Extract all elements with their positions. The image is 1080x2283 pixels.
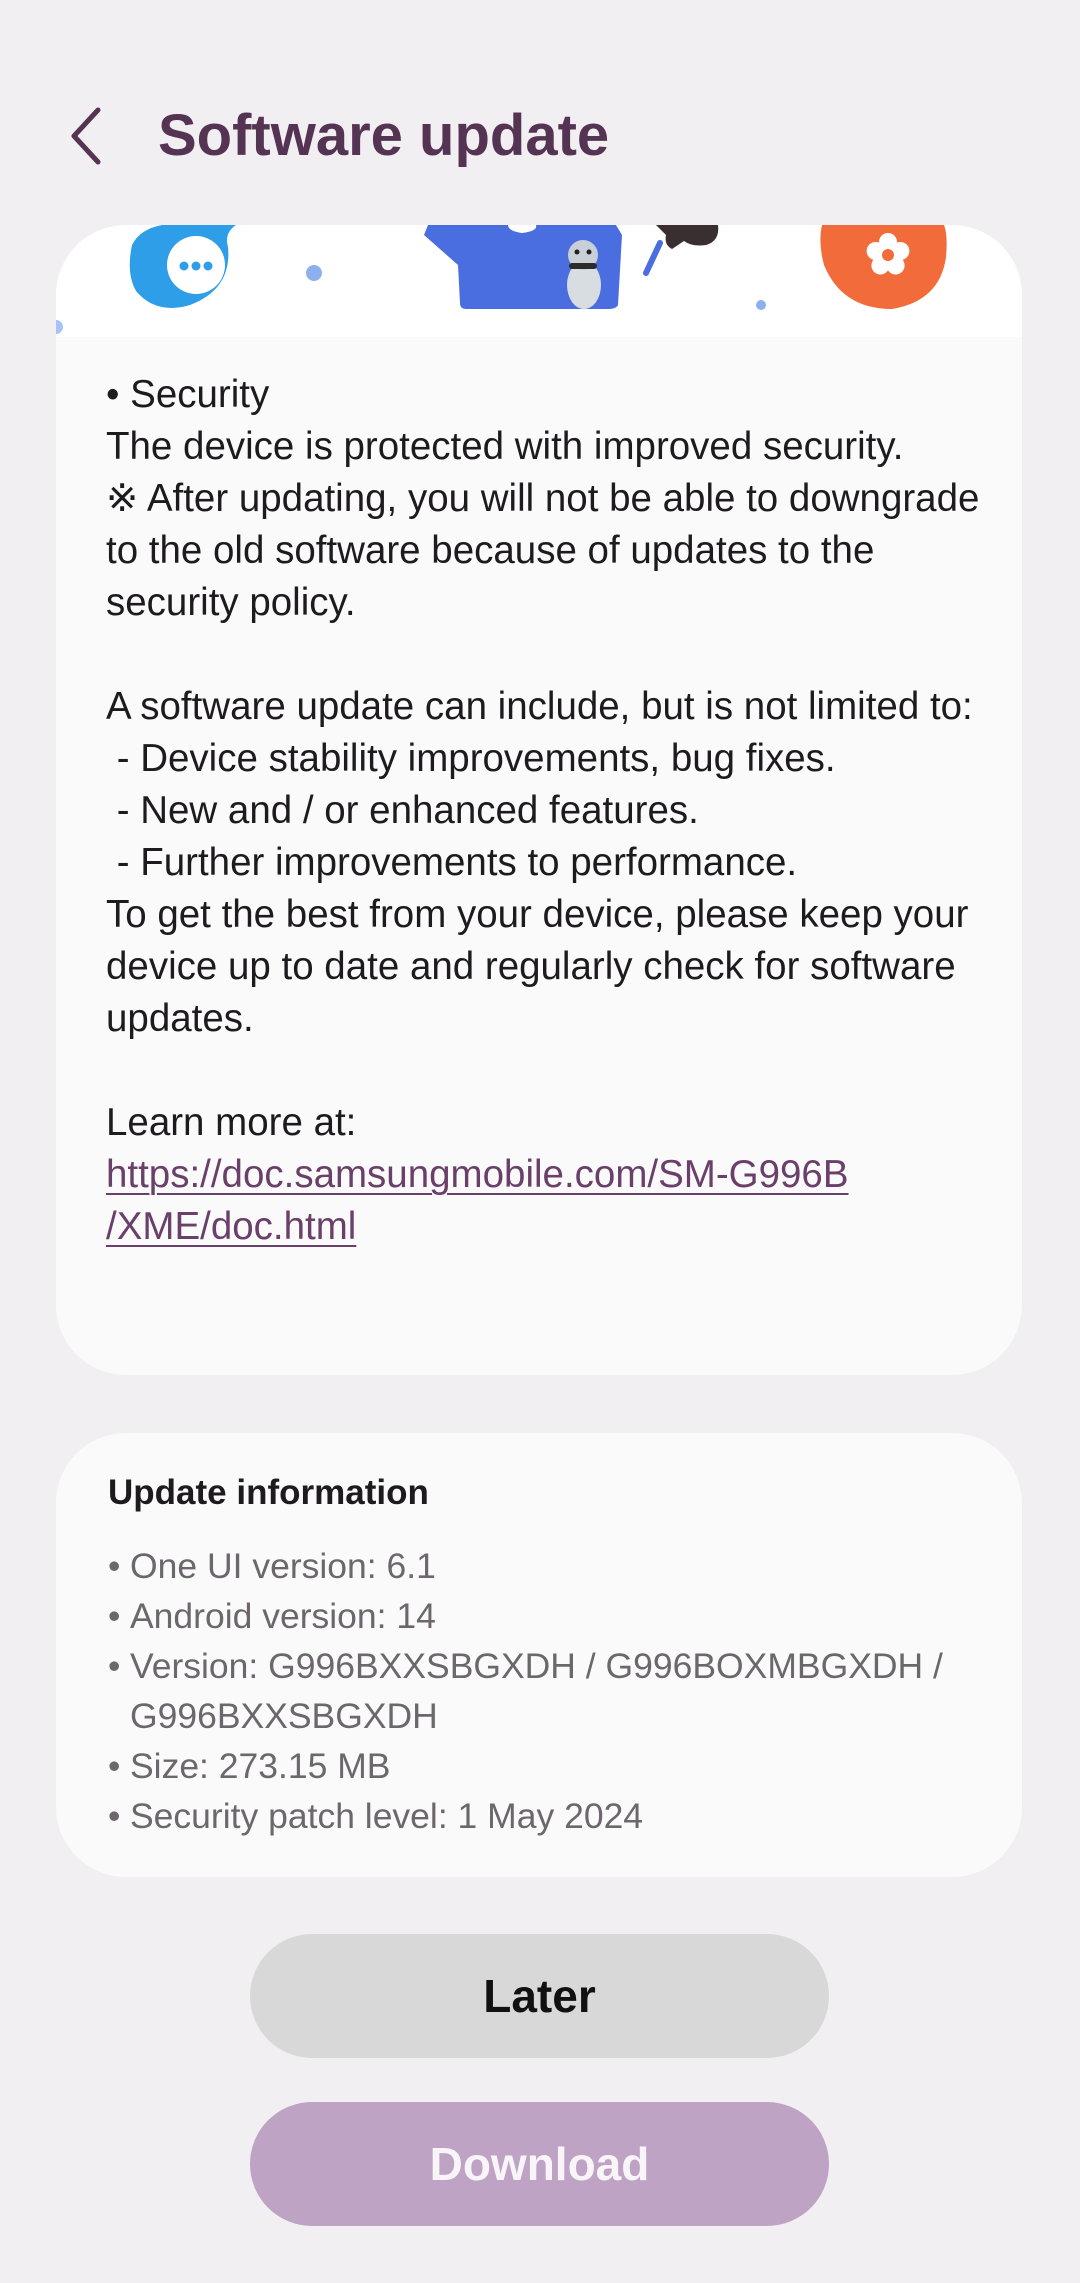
learn-more-link-line1[interactable]: https://doc.samsungmobile.com/SM-G996B [106, 1153, 849, 1196]
info-item-security-patch: Security patch level: 1 May 2024 [108, 1791, 988, 1841]
update-info-title: Update information [108, 1473, 429, 1512]
info-item-android-version: Android version: 14 [108, 1591, 988, 1641]
update-info-card: Update information One UI version: 6.1 A… [56, 1433, 1022, 1877]
chevron-left-icon [71, 107, 101, 165]
learn-more-link[interactable]: https://doc.samsungmobile.com/SM-G996B /… [106, 1149, 986, 1253]
release-notes-card[interactable]: • Security The device is protected with … [56, 225, 1022, 1375]
update-closing: To get the best from your device, please… [106, 893, 969, 1040]
update-item: - Further improvements to performance. [106, 841, 798, 884]
security-line: The device is protected with improved se… [106, 425, 904, 468]
info-item-size: Size: 273.15 MB [108, 1741, 988, 1791]
info-item-one-ui-version: One UI version: 6.1 [108, 1541, 988, 1591]
update-item: - New and / or enhanced features. [106, 789, 699, 832]
learn-more-label: Learn more at: [106, 1101, 357, 1144]
back-button[interactable] [62, 104, 118, 168]
update-info-list: One UI version: 6.1 Android version: 14 … [108, 1541, 988, 1841]
release-notes-text: • Security The device is protected with … [106, 369, 986, 1253]
learn-more-link-line2[interactable]: /XME/doc.html [106, 1205, 356, 1248]
security-notice: ※ After updating, you will not be able t… [106, 477, 980, 624]
update-item: - Device stability improvements, bug fix… [106, 737, 836, 780]
chat-bubble-icon [129, 225, 236, 308]
app-header: Software update [0, 90, 1080, 180]
character-illustration [424, 225, 719, 309]
security-heading: • Security [106, 373, 270, 416]
page-title: Software update [158, 103, 610, 168]
banner-illustration [56, 225, 1022, 337]
download-button[interactable]: Download [250, 2102, 829, 2226]
update-intro: A software update can include, but is no… [106, 685, 973, 728]
flower-icon [820, 225, 947, 309]
later-button[interactable]: Later [250, 1934, 829, 2058]
info-item-version: Version: G996BXXSBGXDH / G996BOXMBGXDH /… [108, 1641, 988, 1741]
